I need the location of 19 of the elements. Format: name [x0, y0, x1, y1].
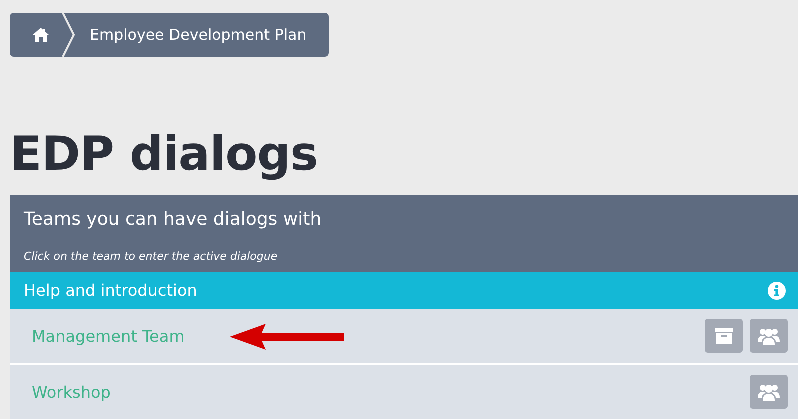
page-title: EDP dialogs [10, 129, 319, 181]
team-link[interactable]: Workshop [32, 382, 111, 402]
group-icon [758, 327, 780, 345]
breadcrumb-link[interactable]: Employee Development Plan [76, 26, 329, 44]
info-icon [768, 282, 786, 300]
team-link[interactable]: Management Team [32, 326, 185, 346]
panel-title: Teams you can have dialogs with [24, 209, 323, 230]
group-icon [758, 383, 780, 401]
team-row[interactable]: Management Team [10, 309, 798, 365]
help-bar[interactable]: Help and introduction [10, 272, 798, 309]
team-button[interactable] [750, 375, 788, 409]
archive-icon [715, 328, 733, 344]
help-label: Help and introduction [24, 281, 198, 300]
home-icon [32, 27, 50, 43]
chevron-separator-icon [62, 13, 76, 57]
archive-button[interactable] [705, 319, 743, 353]
panel-subtitle: Click on the team to enter the active dialogue [24, 250, 279, 263]
team-button[interactable] [750, 319, 788, 353]
team-row[interactable]: Workshop [10, 365, 798, 419]
